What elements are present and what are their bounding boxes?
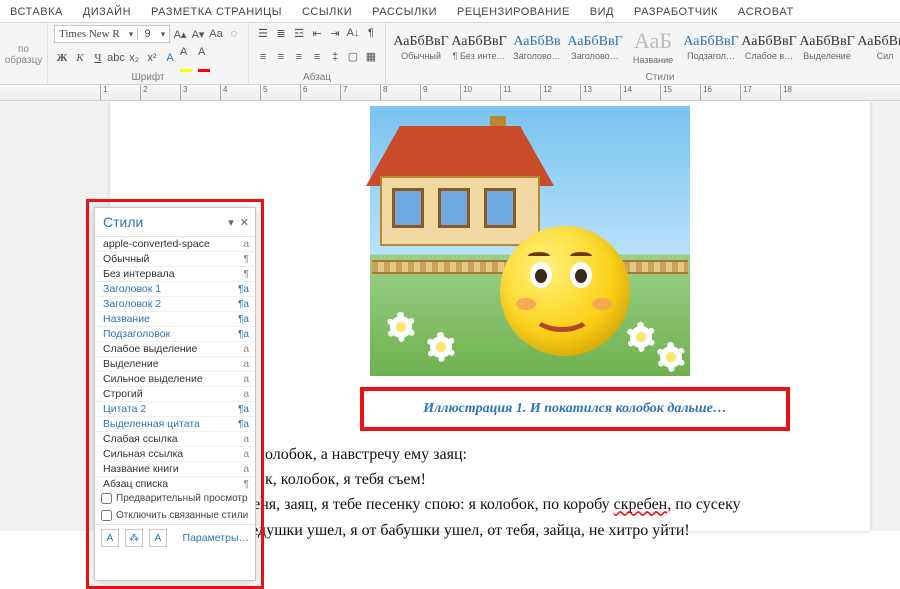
para-group-label: Абзац: [255, 72, 379, 84]
text-effects-button[interactable]: A: [162, 50, 178, 66]
style-gallery-item[interactable]: АаБбВвГ¶ Без инте…: [450, 25, 508, 67]
style-gallery-item[interactable]: АаБбВвГСил: [856, 25, 900, 67]
styles-pane-item[interactable]: Заголовок 1¶a: [95, 282, 255, 297]
bold-button[interactable]: Ж: [54, 50, 70, 66]
font-name: Times New R: [55, 28, 125, 40]
tab-acrobat[interactable]: ACROBAT: [728, 2, 804, 22]
align-center-icon[interactable]: ≡: [273, 49, 289, 65]
grow-font-icon[interactable]: A▴: [172, 26, 188, 42]
font-size: 9: [137, 28, 157, 40]
styles-task-pane: Стили ▾ ✕ apple-converted-spaceaОбычный¶…: [94, 207, 256, 581]
style-gallery-item[interactable]: АаБбВвГВыделение: [798, 25, 856, 67]
line-spacing-icon[interactable]: ‡: [327, 49, 343, 65]
show-marks-icon[interactable]: ¶: [363, 25, 379, 41]
font-group-label: Шрифт: [54, 72, 242, 84]
styles-pane-item[interactable]: Выделенная цитата¶a: [95, 417, 255, 432]
align-left-icon[interactable]: ≡: [255, 49, 271, 65]
shrink-font-icon[interactable]: A▾: [190, 26, 206, 42]
sort-icon[interactable]: A↓: [345, 25, 361, 41]
numbering-icon[interactable]: ≣: [273, 25, 289, 41]
document-body-text[interactable]: олобок, а навстречу ему заяц: к, колобок…: [165, 443, 865, 544]
ribbon-tabs: ВСТАВКАДИЗАЙНРАЗМЕТКА СТРАНИЦЫССЫЛКИРАСС…: [0, 0, 900, 23]
font-color-button[interactable]: A: [198, 50, 214, 66]
style-gallery-item[interactable]: АаБНазвание: [624, 25, 682, 67]
clipboard-group: по образцу: [0, 23, 48, 84]
style-gallery-item[interactable]: АаБбВвГСлабое в…: [740, 25, 798, 67]
subscript-button[interactable]: x₂: [126, 50, 142, 66]
illustration-image: [370, 106, 690, 376]
styles-group: АаБбВвГОбычныйАаБбВвГ¶ Без инте…АаБбВвЗа…: [386, 23, 900, 84]
style-gallery: АаБбВвГОбычныйАаБбВвГ¶ Без инте…АаБбВвЗа…: [392, 25, 900, 67]
style-inspector-icon[interactable]: ⁂: [125, 529, 143, 547]
style-gallery-item[interactable]: АаБбВвЗаголово…: [508, 25, 566, 67]
highlight-button[interactable]: A: [180, 50, 196, 66]
caption-text[interactable]: Иллюстрация 1. И покатился колобок дальш…: [423, 401, 727, 417]
pane-close-icon[interactable]: ✕: [240, 216, 249, 229]
indent-dec-icon[interactable]: ⇤: [309, 25, 325, 41]
styles-group-label: Стили: [392, 72, 900, 84]
font-name-selector[interactable]: Times New R▾ 9▾: [54, 25, 170, 43]
multilevel-icon[interactable]: ☲: [291, 25, 307, 41]
horizontal-ruler[interactable]: 123456789101112131415161718: [0, 85, 900, 101]
superscript-button[interactable]: x²: [144, 50, 160, 66]
styles-pane-item[interactable]: Слабое выделениеa: [95, 342, 255, 357]
styles-pane-item[interactable]: Название¶a: [95, 312, 255, 327]
styles-pane-list: apple-converted-spaceaОбычный¶Без интерв…: [95, 236, 255, 490]
styles-pane-item[interactable]: Сильная ссылкаa: [95, 447, 255, 462]
styles-pane-item[interactable]: Без интервала¶: [95, 267, 255, 282]
styles-pane-item[interactable]: Подзаголовок¶a: [95, 327, 255, 342]
paragraph-group: ☰ ≣ ☲ ⇤ ⇥ A↓ ¶ ≡ ≡ ≡ ≡ ‡ ▢ ▦ Абзац: [249, 23, 386, 84]
format-painter-label: по образцу: [5, 44, 43, 66]
tab-вид[interactable]: ВИД: [580, 2, 624, 22]
styles-pane-item[interactable]: apple-converted-spacea: [95, 237, 255, 252]
styles-pane-title: Стили: [103, 214, 143, 230]
shading-icon[interactable]: ▢: [345, 49, 361, 65]
document-canvas: Иллюстрация 1. И покатился колобок дальш…: [0, 101, 900, 531]
font-group: Times New R▾ 9▾ A▴ A▾ Aa ◌ Ж К Ч abc x₂ …: [48, 23, 249, 84]
tab-разработчик[interactable]: РАЗРАБОТЧИК: [624, 2, 728, 22]
tab-ссылки[interactable]: ССЫЛКИ: [292, 2, 362, 22]
pane-dropdown-icon[interactable]: ▾: [228, 216, 234, 229]
ribbon: по образцу Times New R▾ 9▾ A▴ A▾ Aa ◌ Ж …: [0, 23, 900, 85]
styles-pane-item[interactable]: Заголовок 2¶a: [95, 297, 255, 312]
preview-checkbox[interactable]: Предварительный просмотр: [95, 490, 255, 507]
styles-pane-item[interactable]: Обычный¶: [95, 252, 255, 267]
manage-styles-icon[interactable]: A: [149, 529, 167, 547]
italic-button[interactable]: К: [72, 50, 88, 66]
styles-pane-item[interactable]: Слабая ссылкаa: [95, 432, 255, 447]
tab-вставка[interactable]: ВСТАВКА: [0, 2, 73, 22]
justify-icon[interactable]: ≡: [309, 49, 325, 65]
change-case-icon[interactable]: Aa: [208, 26, 224, 42]
styles-pane-item[interactable]: Строгийa: [95, 387, 255, 402]
styles-pane-item[interactable]: Выделениеa: [95, 357, 255, 372]
styles-params-link[interactable]: Параметры…: [183, 532, 249, 544]
strike-button[interactable]: abc: [108, 50, 124, 66]
indent-inc-icon[interactable]: ⇥: [327, 25, 343, 41]
styles-pane-item[interactable]: Сильное выделениеa: [95, 372, 255, 387]
bullets-icon[interactable]: ☰: [255, 25, 271, 41]
style-gallery-item[interactable]: АаБбВвГЗаголово…: [566, 25, 624, 67]
style-gallery-item[interactable]: АаБбВвГПодзагол…: [682, 25, 740, 67]
tab-рецензирование[interactable]: РЕЦЕНЗИРОВАНИЕ: [447, 2, 580, 22]
borders-icon[interactable]: ▦: [363, 49, 379, 65]
styles-pane-item[interactable]: Цитата 2¶a: [95, 402, 255, 417]
tab-рассылки[interactable]: РАССЫЛКИ: [362, 2, 447, 22]
clear-format-icon[interactable]: ◌: [226, 26, 242, 42]
style-gallery-item[interactable]: АаБбВвГОбычный: [392, 25, 450, 67]
caption-highlight: Иллюстрация 1. И покатился колобок дальш…: [360, 387, 790, 431]
styles-pane-item[interactable]: Название книгиa: [95, 462, 255, 477]
new-style-icon[interactable]: A: [101, 529, 119, 547]
align-right-icon[interactable]: ≡: [291, 49, 307, 65]
underline-button[interactable]: Ч: [90, 50, 106, 66]
disable-linked-checkbox[interactable]: Отключить связанные стили: [95, 507, 255, 524]
tab-разметка страницы[interactable]: РАЗМЕТКА СТРАНИЦЫ: [141, 2, 292, 22]
tab-дизайн[interactable]: ДИЗАЙН: [73, 2, 141, 22]
kolobok-character: [500, 226, 630, 356]
styles-pane-item[interactable]: Абзац списка¶: [95, 477, 255, 490]
